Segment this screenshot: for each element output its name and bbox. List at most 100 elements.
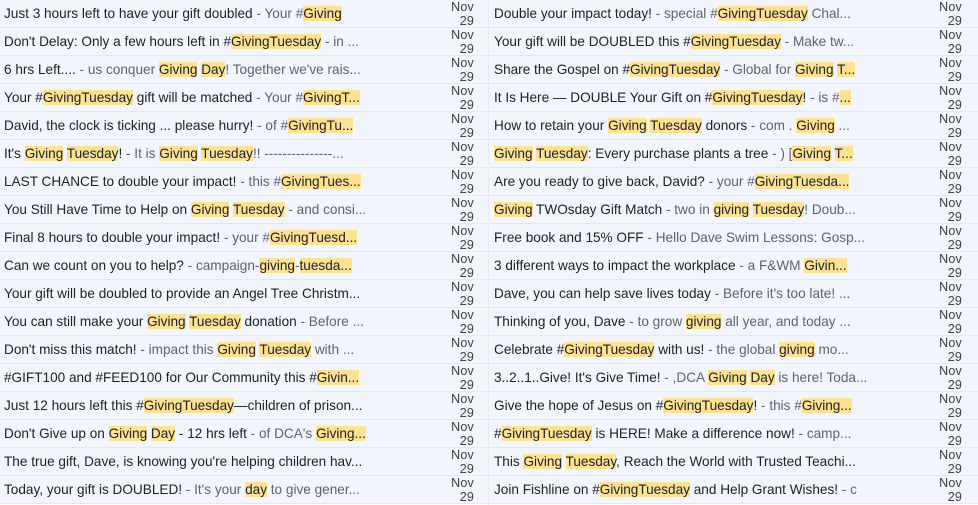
email-row[interactable]: 6 hrs Left.... - us conquer Giving Day! …	[0, 56, 488, 84]
email-row[interactable]: How to retain your Giving Tuesday donors…	[489, 112, 978, 140]
email-snippet: - a F&WM	[735, 258, 805, 273]
search-highlight: Tuesday	[189, 314, 241, 329]
email-subject: #GIFT100 and #FEED100 for Our Community …	[4, 370, 317, 385]
email-subject: Just 3 hours left to have your gift doub…	[4, 6, 253, 21]
email-row[interactable]: You Still Have Time to Help on Giving Tu…	[0, 196, 488, 224]
email-subject-snippet: Don't Give up on Giving Day - 12 hrs lef…	[4, 426, 380, 441]
email-subject-snippet: Just 12 hours left this #GivingTuesday—c…	[4, 398, 380, 413]
email-row[interactable]: Free book and 15% OFF - Hello Dave Swim …	[489, 224, 978, 252]
email-row[interactable]: Double your impact today! - special #Giv…	[489, 0, 978, 28]
email-snippet: all year, and today ...	[721, 314, 851, 329]
search-highlight: GivingTuesda...	[754, 174, 850, 189]
email-row[interactable]: It's Giving Tuesday! - It is Giving Tues…	[0, 140, 488, 168]
email-row[interactable]: Just 12 hours left this #GivingTuesday—c…	[0, 392, 488, 420]
email-row[interactable]: Your gift will be DOUBLED this #GivingTu…	[489, 28, 978, 56]
email-row[interactable]: Don't Delay: Only a few hours left in #G…	[0, 28, 488, 56]
search-highlight: Giving...	[315, 426, 366, 441]
search-highlight: Giving	[217, 342, 256, 357]
email-row[interactable]: You can still make your Giving Tuesday d…	[0, 308, 488, 336]
email-snippet: mo...	[814, 342, 849, 357]
email-snippet: - It's your	[182, 482, 246, 497]
email-date: Nov 29	[939, 195, 962, 224]
email-row[interactable]: The true gift, Dave, is knowing you're h…	[0, 448, 488, 476]
search-highlight: giving	[713, 202, 750, 217]
email-subject-snippet: Final 8 hours to double your impact! - y…	[4, 230, 380, 245]
email-row[interactable]: 3 different ways to impact the workplace…	[489, 252, 978, 280]
email-date: Nov 29	[451, 419, 474, 448]
email-subject: David, the clock is ticking ... please h…	[4, 118, 254, 133]
email-row[interactable]: Are you ready to give back, David? - you…	[489, 168, 978, 196]
email-row[interactable]: Join Fishline on #GivingTuesday and Help…	[489, 476, 978, 504]
search-highlight: Giving	[108, 426, 148, 441]
email-subject-snippet: Giving Tuesday: Every purchase plants a …	[494, 146, 870, 161]
email-date: Nov 29	[451, 391, 474, 420]
email-subject-snippet: Free book and 15% OFF - Hello Dave Swim …	[494, 230, 870, 245]
search-highlight: Tuesday	[752, 202, 805, 217]
email-row[interactable]: It Is Here — DOUBLE Your Gift on #Giving…	[489, 84, 978, 112]
email-row[interactable]: Today, your gift is DOUBLED! - It's your…	[0, 476, 488, 504]
email-snippet: - camp...	[794, 426, 852, 441]
email-row[interactable]: Don't Give up on Giving Day - 12 hrs lef…	[0, 420, 488, 448]
email-row[interactable]: Thinking of you, Dave - to grow giving a…	[489, 308, 978, 336]
email-date: Nov 29	[451, 27, 474, 56]
search-highlight: GivingTues...	[281, 174, 361, 189]
email-subject: #	[494, 426, 502, 441]
email-subject-snippet: Don't Delay: Only a few hours left in #G…	[4, 34, 380, 49]
email-date: Nov 29	[451, 307, 474, 336]
search-highlight: Giving	[24, 146, 64, 161]
email-row[interactable]: Can we count on you to help? - campaign-…	[0, 252, 488, 280]
email-row[interactable]: Dave, you can help save lives today - Be…	[489, 280, 978, 308]
email-row[interactable]: #GIFT100 and #FEED100 for Our Community …	[0, 364, 488, 392]
email-snippet: - two in	[662, 202, 714, 217]
search-highlight: Tuesday	[650, 118, 702, 133]
search-highlight: GivingTuesd...	[269, 230, 358, 245]
email-row[interactable]: Share the Gospel on #GivingTuesday - Glo…	[489, 56, 978, 84]
email-row[interactable]: Giving Tuesday: Every purchase plants a …	[489, 140, 978, 168]
email-subject-snippet: Your #GivingTuesday gift will be matched…	[4, 90, 380, 105]
email-date: Nov 29	[451, 195, 474, 224]
email-subject: with us!	[654, 342, 705, 357]
email-row[interactable]: LAST CHANCE to double your impact! - thi…	[0, 168, 488, 196]
email-subject-snippet: Join Fishline on #GivingTuesday and Help…	[494, 482, 870, 497]
email-snippet: -	[294, 258, 300, 273]
email-subject-snippet: Thinking of you, Dave - to grow giving a…	[494, 314, 870, 329]
email-snippet: - impact this	[136, 342, 218, 357]
email-subject: You Still Have Time to Help on	[4, 202, 191, 217]
email-row[interactable]: Your gift will be doubled to provide an …	[0, 280, 488, 308]
email-subject: gift will be matched	[132, 90, 253, 105]
email-row[interactable]: Don't miss this match! - impact this Giv…	[0, 336, 488, 364]
email-subject: The true gift, Dave, is knowing you're h…	[4, 454, 363, 469]
email-row[interactable]: David, the clock is ticking ... please h…	[0, 112, 488, 140]
email-row[interactable]: #GivingTuesday is HERE! Make a differenc…	[489, 420, 978, 448]
email-row[interactable]: Give the hope of Jesus on #GivingTuesday…	[489, 392, 978, 420]
email-subject: , Reach the World with Trusted Teachi...	[616, 454, 856, 469]
email-subject: Give the hope of Jesus on #	[494, 398, 664, 413]
email-snippet: - your #	[704, 174, 755, 189]
email-row[interactable]: Final 8 hours to double your impact! - y…	[0, 224, 488, 252]
email-subject: LAST CHANCE to double your impact!	[4, 174, 237, 189]
email-subject-snippet: Double your impact today! - special #Giv…	[494, 6, 870, 21]
search-highlight: Giving	[494, 146, 533, 161]
email-subject-snippet: Today, your gift is DOUBLED! - It's your…	[4, 482, 380, 497]
search-highlight: Giving	[796, 118, 835, 133]
search-highlight: Giving	[792, 146, 831, 161]
email-subject-snippet: Dave, you can help save lives today - Be…	[494, 286, 870, 301]
search-highlight: GivingTuesday	[231, 34, 322, 49]
email-subject-snippet: Your gift will be doubled to provide an …	[4, 286, 380, 301]
search-highlight: GivingTuesday	[501, 426, 592, 441]
email-row[interactable]: Just 3 hours left to have your gift doub…	[0, 0, 488, 28]
search-highlight: Tuesday	[232, 202, 285, 217]
email-row[interactable]: Giving TWOsday Gift Match - two in givin…	[489, 196, 978, 224]
search-highlight: Tuesday	[201, 146, 253, 161]
email-snippet: - in ...	[321, 34, 359, 49]
email-row[interactable]: 3..2..1..Give! It's Give Time! - ,DCA Gi…	[489, 364, 978, 392]
email-row[interactable]: Your #GivingTuesday gift will be matched…	[0, 84, 488, 112]
search-highlight: day	[245, 482, 267, 497]
email-row[interactable]: Celebrate #GivingTuesday with us! - the …	[489, 336, 978, 364]
email-list: Just 3 hours left to have your gift doub…	[0, 0, 978, 505]
email-row[interactable]: This Giving Tuesday, Reach the World wit…	[489, 448, 978, 476]
email-list-left-column: Just 3 hours left to have your gift doub…	[0, 0, 489, 505]
search-highlight: Day	[150, 426, 176, 441]
email-snippet: ...	[834, 118, 850, 133]
email-subject-snippet: You can still make your Giving Tuesday d…	[4, 314, 380, 329]
